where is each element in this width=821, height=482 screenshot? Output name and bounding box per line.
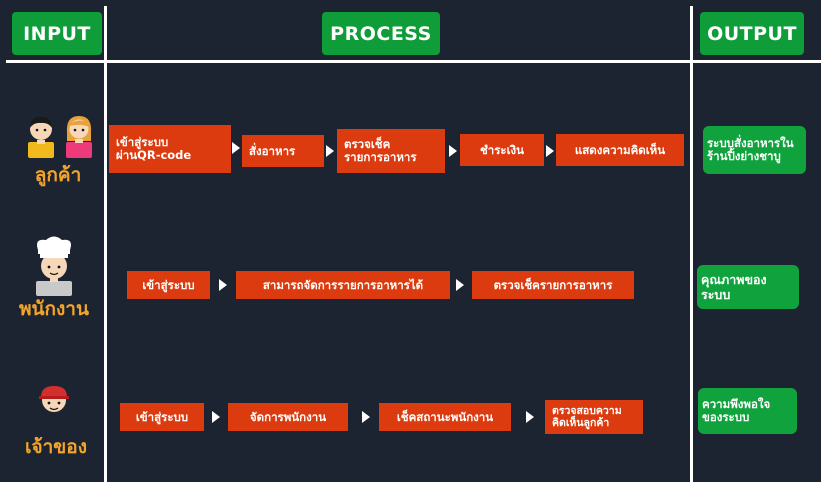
role-owner: เจ้าของ: [25, 436, 87, 458]
customer-avatars: [26, 114, 96, 160]
arrow-right-icon: [526, 411, 534, 423]
chef-avatar-icon: [32, 236, 76, 296]
role-staff: พนักงาน: [19, 298, 89, 320]
column-divider-input: [104, 6, 107, 482]
output-customer: ระบบสั่งอาหารใน ร้านปิ้งย่างชาบู: [703, 126, 806, 174]
output-header: OUTPUT: [700, 12, 804, 55]
output-owner: ความพึงพอใจ ของระบบ: [698, 388, 797, 434]
step-customer-order-food: สั่งอาหาร: [242, 135, 324, 167]
customer-female-avatar-icon: [66, 116, 92, 158]
customer-male-avatar-icon: [28, 116, 54, 158]
arrow-right-icon: [232, 142, 240, 154]
step-customer-pay: ชำระเงิน: [460, 134, 544, 166]
step-owner-check-staff: เช็คสถานะพนักงาน: [379, 403, 511, 431]
process-header: PROCESS: [322, 12, 440, 55]
arrow-right-icon: [326, 145, 334, 157]
header-divider: [6, 60, 821, 63]
ipo-diagram: INPUT PROCESS OUTPUT ลูกค้า เข้าสู่ระบบ …: [0, 0, 821, 482]
arrow-right-icon: [546, 145, 554, 157]
arrow-right-icon: [362, 411, 370, 423]
arrow-right-icon: [449, 145, 457, 157]
step-staff-login: เข้าสู่ระบบ: [127, 271, 210, 299]
input-header: INPUT: [12, 12, 102, 55]
step-staff-check-menu: ตรวจเช็ครายการอาหาร: [472, 271, 634, 299]
arrow-right-icon: [212, 411, 220, 423]
step-owner-check-reviews: ตรวจสอบความ คิดเห็นลูกค้า: [545, 400, 643, 434]
output-staff: คุณภาพของ ระบบ: [697, 265, 799, 309]
step-owner-manage-staff: จัดการพนักงาน: [228, 403, 348, 431]
role-customer: ลูกค้า: [34, 164, 82, 186]
arrow-right-icon: [219, 279, 227, 291]
step-owner-login: เข้าสู่ระบบ: [120, 403, 204, 431]
step-customer-login-qr: เข้าสู่ระบบ ผ่านQR-code: [109, 125, 231, 173]
step-staff-manage-menu: สามารถจัดการรายการอาหารได้: [236, 271, 450, 299]
arrow-right-icon: [456, 279, 464, 291]
owner-avatar-icon: [34, 384, 74, 426]
column-divider-output: [690, 6, 693, 482]
step-customer-review: แสดงความคิดเห็น: [556, 134, 684, 166]
step-customer-check-order: ตรวจเช็ค รายการอาหาร: [337, 129, 445, 173]
